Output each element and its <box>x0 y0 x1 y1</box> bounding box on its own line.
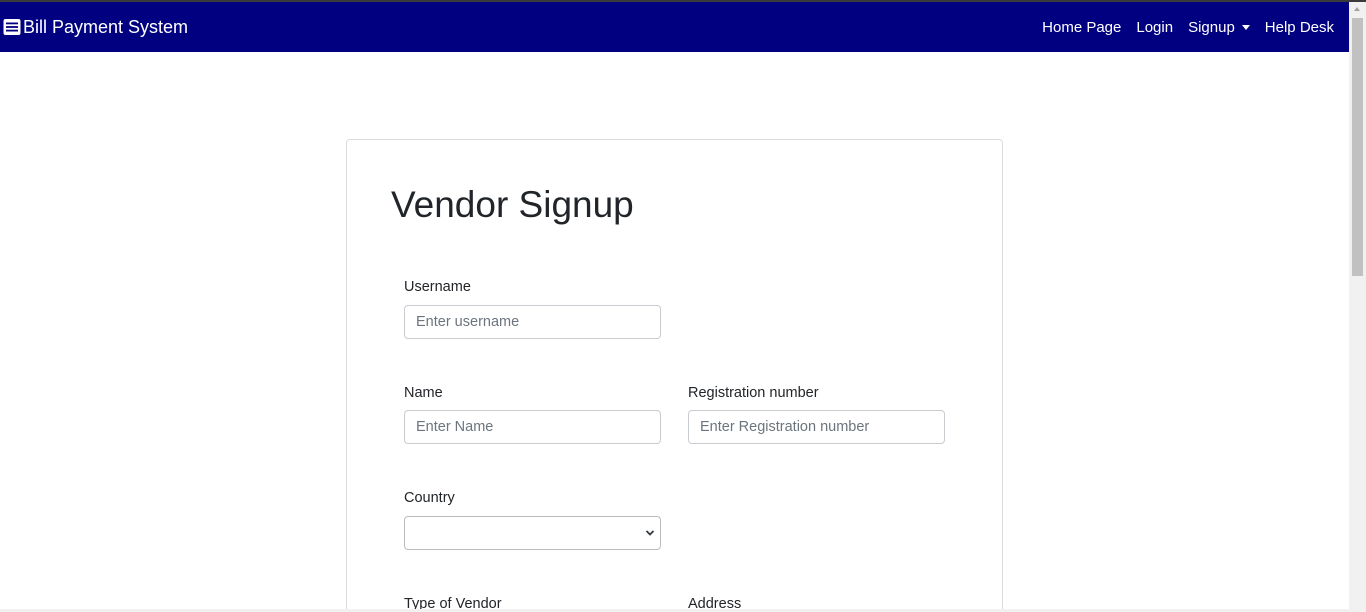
nav-signup-label: Signup <box>1188 18 1235 36</box>
signup-card: Vendor Signup Username Name Registration… <box>346 139 1003 612</box>
vertical-scrollbar[interactable] <box>1349 2 1366 612</box>
page-title: Vendor Signup <box>391 184 634 225</box>
name-label: Name <box>404 385 443 401</box>
navbar: Bill Payment System Home Page Login Sign… <box>0 2 1349 52</box>
caret-down-icon <box>1241 24 1250 30</box>
registration-number-input[interactable] <box>688 410 945 444</box>
list-menu-icon <box>3 19 21 35</box>
nav-help-link[interactable]: Help Desk <box>1265 19 1334 36</box>
nav-links: Home Page Login Signup Help Desk <box>1027 2 1334 52</box>
nav-signup-dropdown[interactable]: Signup <box>1188 19 1250 36</box>
nav-home-link[interactable]: Home Page <box>1042 19 1121 36</box>
country-select[interactable] <box>404 516 661 550</box>
brand-title[interactable]: Bill Payment System <box>23 17 188 38</box>
scrollbar-thumb[interactable] <box>1352 18 1363 276</box>
nav-login-link[interactable]: Login <box>1136 19 1173 36</box>
chevron-down-icon <box>645 530 655 536</box>
name-input[interactable] <box>404 410 661 444</box>
country-label: Country <box>404 490 455 506</box>
username-input[interactable] <box>404 305 661 339</box>
username-label: Username <box>404 279 471 295</box>
scroll-up-arrow-icon[interactable] <box>1354 7 1360 11</box>
registration-number-label: Registration number <box>688 385 819 401</box>
navbar-brand[interactable]: Bill Payment System <box>3 2 188 52</box>
